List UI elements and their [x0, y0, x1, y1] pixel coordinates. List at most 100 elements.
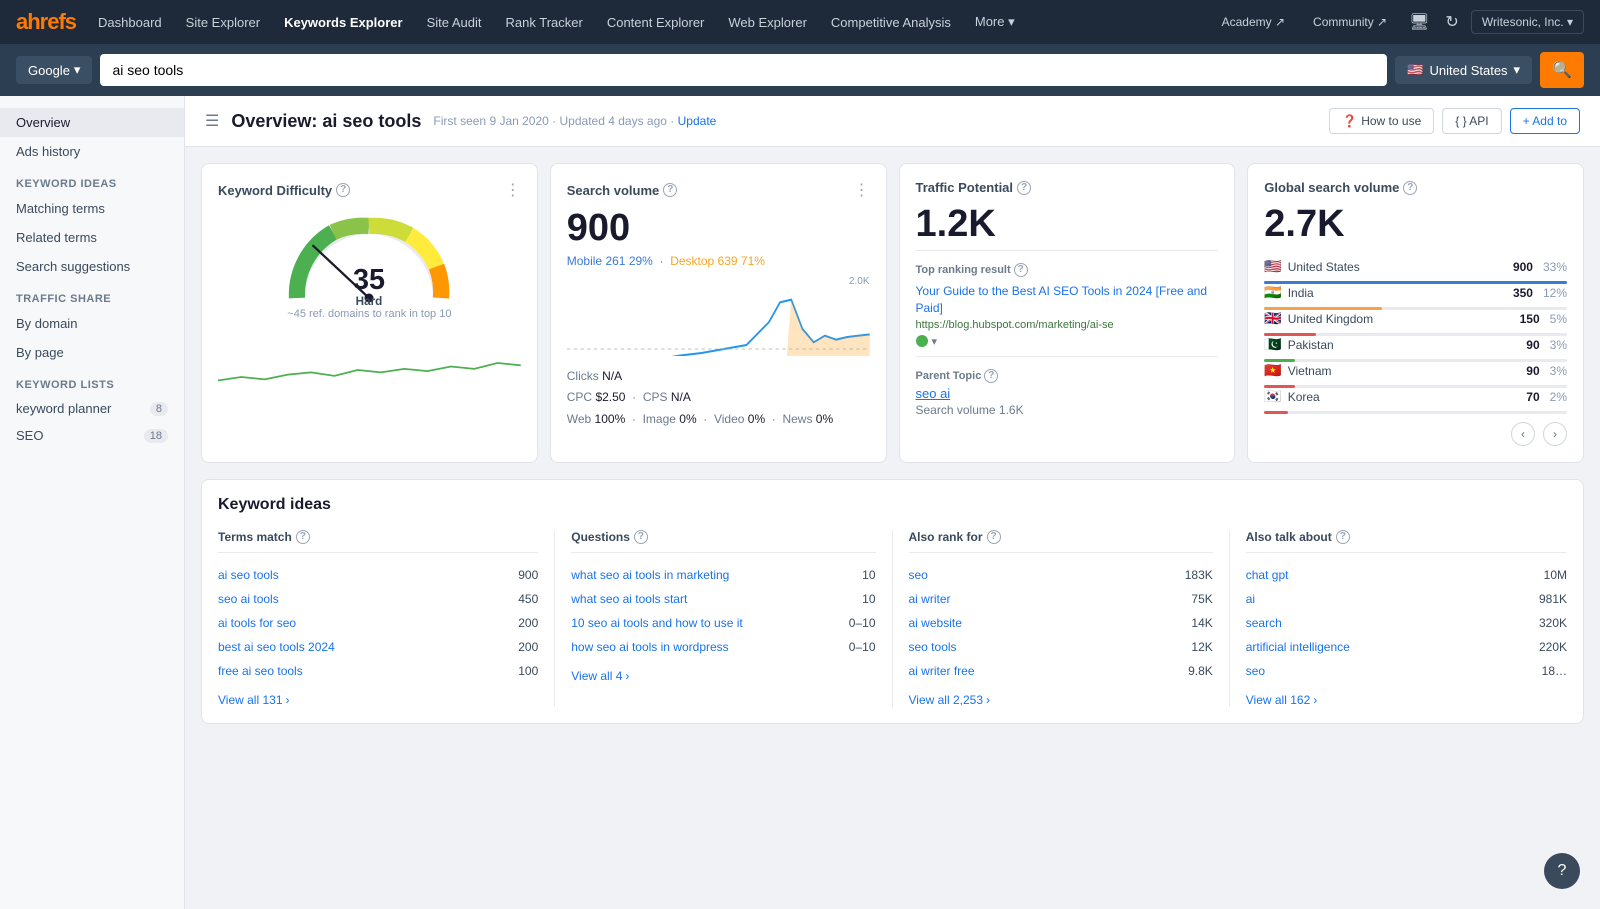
parent-topic-link[interactable]: seo ai [916, 386, 1219, 401]
ki-keyword-link[interactable]: seo tools [909, 640, 1184, 654]
ki-keyword-link[interactable]: ai tools for seo [218, 616, 510, 630]
ki-view-all-link[interactable]: View all 2,253 › [909, 693, 1213, 707]
gsv-info-icon[interactable]: ? [1403, 181, 1417, 195]
ki-row: what seo ai tools in marketing 10 [571, 563, 875, 587]
sv-info-icon[interactable]: ? [663, 183, 677, 197]
ki-col-info[interactable]: ? [1336, 530, 1350, 544]
ki-col-title: Also talk about ? [1246, 530, 1567, 553]
ki-keyword-link[interactable]: free ai seo tools [218, 664, 510, 678]
overview-meta: First seen 9 Jan 2020 · Updated 4 days a… [433, 114, 716, 128]
ki-keyword-link[interactable]: ai seo tools [218, 568, 510, 582]
nav-rank-tracker[interactable]: Rank Tracker [496, 11, 593, 34]
parent-topic-info[interactable]: ? [984, 369, 998, 383]
add-to-button[interactable]: + Add to [1510, 108, 1580, 134]
gsv-next-button[interactable]: › [1543, 422, 1567, 446]
ki-row: seo 18… [1246, 659, 1567, 683]
kd-info-icon[interactable]: ? [336, 183, 350, 197]
menu-icon[interactable]: ☰ [205, 111, 219, 131]
ki-view-all-link[interactable]: View all 162 › [1246, 693, 1567, 707]
ki-col-info[interactable]: ? [987, 530, 1001, 544]
help-button[interactable]: ? [1544, 853, 1580, 889]
parent-topic-label: Parent Topic ? [916, 369, 1219, 383]
nav-site-explorer[interactable]: Site Explorer [176, 11, 270, 34]
country-name: Korea [1288, 390, 1521, 404]
traffic-potential-card: Traffic Potential ? 1.2K Top ranking res… [899, 163, 1236, 463]
ki-keyword-link[interactable]: artificial intelligence [1246, 640, 1531, 654]
sv-menu-icon[interactable]: ⋮ [854, 180, 870, 200]
how-to-use-button[interactable]: ❓ How to use [1329, 108, 1434, 134]
result-status-dot [916, 335, 928, 347]
gsv-country-row: 🇮🇳 India 350 12% [1264, 284, 1567, 310]
chevron-right-icon: › [625, 669, 629, 683]
ki-keyword-link[interactable]: chat gpt [1246, 568, 1536, 582]
sidebar-item-search-suggestions[interactable]: Search suggestions [0, 252, 184, 281]
ki-col-info[interactable]: ? [634, 530, 648, 544]
nav-keywords-explorer[interactable]: Keywords Explorer [274, 11, 413, 34]
country-pct: 33% [1543, 260, 1567, 274]
ki-col-info[interactable]: ? [296, 530, 310, 544]
ki-keyword-link[interactable]: ai writer [909, 592, 1184, 606]
ki-keyword-link[interactable]: seo [909, 568, 1177, 582]
ki-view-all-link[interactable]: View all 131 › [218, 693, 538, 707]
ki-keyword-link[interactable]: seo [1246, 664, 1534, 678]
search-button[interactable]: 🔍 [1540, 52, 1584, 88]
sidebar-section-traffic-share: Traffic share [0, 281, 184, 309]
ki-keyword-link[interactable]: how seo ai tools in wordpress [571, 640, 841, 654]
cps-label: CPS [643, 390, 668, 404]
sidebar-section-keyword-ideas: Keyword ideas [0, 166, 184, 194]
nav-dashboard[interactable]: Dashboard [88, 11, 172, 34]
monitor-icon[interactable]: 🖥 [1405, 8, 1433, 36]
ki-keyword-link[interactable]: seo ai tools [218, 592, 510, 606]
kd-gauge: 35 Hard [279, 208, 459, 308]
ki-view-all-link[interactable]: View all 4 › [571, 669, 875, 683]
user-account[interactable]: Writesonic, Inc. ▾ [1471, 10, 1584, 34]
nav-site-audit[interactable]: Site Audit [417, 11, 492, 34]
sidebar-item-matching-terms[interactable]: Matching terms [0, 194, 184, 223]
sidebar-list-keyword-planner[interactable]: keyword planner 8 [0, 395, 184, 422]
sidebar-item-ads-history[interactable]: Ads history [0, 137, 184, 166]
nav-web-explorer[interactable]: Web Explorer [718, 11, 817, 34]
question-icon: ❓ [1342, 114, 1357, 128]
sidebar-item-related-terms[interactable]: Related terms [0, 223, 184, 252]
nav-academy[interactable]: Academy ↗ [1212, 11, 1295, 33]
country-name: Vietnam [1288, 364, 1521, 378]
nav-content-explorer[interactable]: Content Explorer [597, 11, 715, 34]
nav-community[interactable]: Community ↗ [1303, 11, 1397, 33]
ki-keyword-link[interactable]: ai website [909, 616, 1184, 630]
ki-keyword-link[interactable]: what seo ai tools in marketing [571, 568, 854, 582]
kd-menu-icon[interactable]: ⋮ [505, 180, 521, 200]
ki-row: free ai seo tools 100 [218, 659, 538, 683]
keyword-search-input[interactable] [100, 54, 1387, 86]
ki-keyword-val: 14K [1191, 616, 1212, 630]
ki-keyword-val: 10 [862, 592, 875, 606]
top-ranking-info[interactable]: ? [1014, 263, 1028, 277]
ki-row: ai seo tools 900 [218, 563, 538, 587]
ki-keyword-link[interactable]: search [1246, 616, 1531, 630]
ki-keyword-link[interactable]: best ai seo tools 2024 [218, 640, 510, 654]
web-pct: 100% [595, 412, 626, 426]
sidebar-item-by-page[interactable]: By page [0, 338, 184, 367]
sidebar-item-by-domain[interactable]: By domain [0, 309, 184, 338]
nav-more[interactable]: More ▾ [965, 10, 1025, 34]
nav-competitive-analysis[interactable]: Competitive Analysis [821, 11, 961, 34]
list-name-keyword-planner: keyword planner [16, 401, 111, 416]
ki-keyword-link[interactable]: ai writer free [909, 664, 1181, 678]
ki-keyword-link[interactable]: ai [1246, 592, 1531, 606]
country-vol: 150 [1520, 312, 1540, 326]
ki-keyword-link[interactable]: 10 seo ai tools and how to use it [571, 616, 841, 630]
ki-keyword-link[interactable]: what seo ai tools start [571, 592, 854, 606]
gsv-prev-button[interactable]: ‹ [1511, 422, 1535, 446]
ki-keyword-val: 12K [1191, 640, 1212, 654]
sidebar-item-overview[interactable]: Overview [0, 108, 184, 137]
search-engine-selector[interactable]: Google ▾ [16, 56, 92, 84]
api-button[interactable]: { } API [1442, 108, 1501, 134]
ki-col-2: Also rank for ? seo 183K ai writer 75K a… [893, 530, 1230, 707]
tp-info-icon[interactable]: ? [1017, 181, 1031, 195]
top-result-link[interactable]: Your Guide to the Best AI SEO Tools in 2… [916, 283, 1219, 317]
ki-row: best ai seo tools 2024 200 [218, 635, 538, 659]
refresh-icon[interactable]: ↻ [1441, 8, 1462, 36]
sidebar-list-seo[interactable]: SEO 18 [0, 422, 184, 449]
country-selector[interactable]: 🇺🇸 United States ▾ [1395, 56, 1532, 84]
update-link[interactable]: Update [678, 114, 717, 128]
ki-row: ai website 14K [909, 611, 1213, 635]
